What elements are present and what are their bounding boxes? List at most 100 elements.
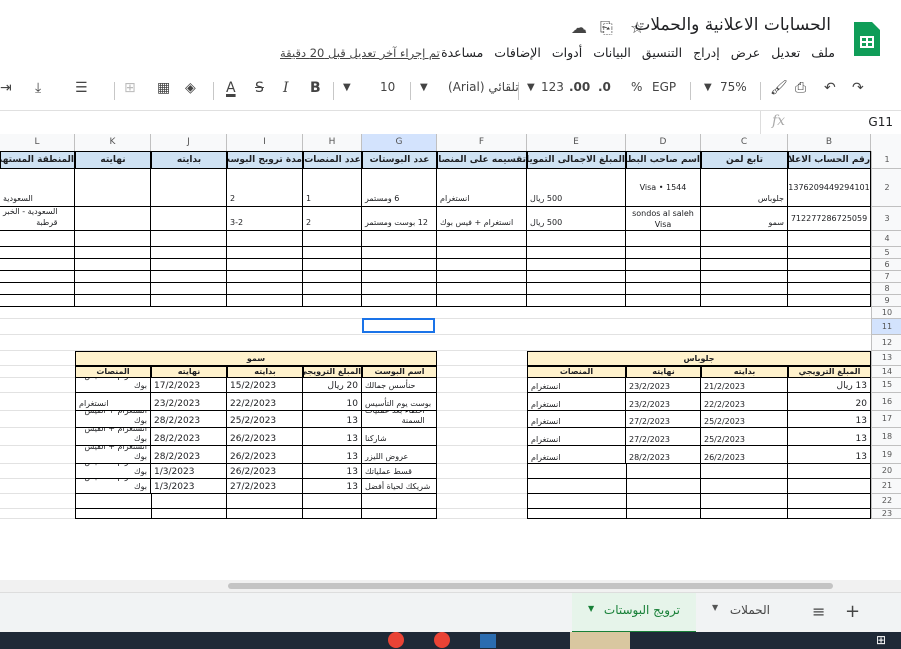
empty-cell[interactable]: [701, 259, 788, 270]
menu-view[interactable]: عرض: [731, 45, 760, 60]
column-header[interactable]: I: [227, 134, 303, 152]
empty-cell[interactable]: [626, 464, 701, 479]
empty-cell[interactable]: [0, 271, 75, 282]
table-cell[interactable]: 500 ريال: [527, 169, 626, 207]
somo-cell[interactable]: 28/2/2023: [151, 446, 227, 464]
row-header[interactable]: 11: [871, 319, 901, 335]
somo-cell[interactable]: 23/2/2023: [151, 393, 227, 411]
table-header-cell[interactable]: رقم الحساب الاعلاني: [788, 151, 871, 169]
table-cell[interactable]: 2: [227, 169, 303, 207]
empty-cell[interactable]: [626, 295, 701, 306]
column-header[interactable]: K: [75, 134, 151, 152]
somo-cell[interactable]: حنأسس جمالك: [362, 378, 437, 393]
empty-cell[interactable]: [527, 464, 627, 479]
empty-cell[interactable]: [626, 509, 701, 519]
somo-cell[interactable]: 15/2/2023: [227, 378, 303, 393]
empty-cell[interactable]: [303, 231, 362, 246]
menu-file[interactable]: ملف: [811, 45, 835, 60]
row-header[interactable]: 21: [871, 479, 901, 494]
menu-format[interactable]: التنسيق: [642, 45, 682, 60]
all-sheets-icon[interactable]: ≡: [812, 602, 825, 621]
empty-cell[interactable]: [626, 479, 701, 494]
somo-cell[interactable]: 10: [303, 393, 362, 411]
table-header-cell[interactable]: المنطقة المستهدفة: [0, 151, 75, 169]
cloud-status-icon[interactable]: ☁: [571, 18, 587, 37]
somo-cell[interactable]: 22/2/2023: [227, 393, 303, 411]
somo-cell[interactable]: قسط عملياتك: [362, 464, 437, 479]
tab-post-promotion[interactable]: ▼ ترويج البوستات: [572, 593, 696, 633]
empty-cell[interactable]: [75, 231, 151, 246]
table-cell[interactable]: انستغرام + فيس بوك: [437, 207, 527, 231]
empty-cell[interactable]: [626, 271, 701, 282]
table-cell[interactable]: السعودية: [0, 169, 75, 207]
table-header-cell[interactable]: تابع لمن: [701, 151, 788, 169]
somo-cell[interactable]: انستغرام + الفيس بوك: [75, 479, 151, 494]
star-icon[interactable]: ☆: [630, 18, 644, 37]
empty-cell[interactable]: [303, 494, 362, 509]
glopas-cell[interactable]: 13: [788, 411, 871, 428]
row-header[interactable]: 6: [871, 259, 901, 271]
empty-cell[interactable]: [151, 259, 227, 270]
menu-tools[interactable]: أدوات: [552, 45, 582, 60]
empty-cell[interactable]: [788, 509, 871, 519]
empty-cell[interactable]: [701, 231, 788, 246]
merge-cells-icon[interactable]: ⊞: [124, 80, 136, 96]
table-cell[interactable]: [75, 169, 151, 207]
empty-cell[interactable]: [303, 247, 362, 258]
table-header-cell[interactable]: نهايته: [75, 151, 151, 169]
row-header[interactable]: 19: [871, 446, 901, 464]
menu-data[interactable]: البيانات: [593, 45, 631, 60]
row-header[interactable]: 8: [871, 283, 901, 295]
glopas-cell[interactable]: 25/2/2023: [701, 411, 788, 428]
empty-cell[interactable]: [701, 271, 788, 282]
row-header[interactable]: 7: [871, 271, 901, 283]
row-header[interactable]: 13: [871, 351, 901, 366]
row-header[interactable]: 18: [871, 428, 901, 446]
empty-cell[interactable]: [362, 271, 437, 282]
glopas-cell[interactable]: انستغرام: [527, 393, 626, 411]
empty-cell[interactable]: [303, 295, 362, 306]
empty-cell[interactable]: [437, 247, 527, 258]
vertical-align-icon[interactable]: ⤓: [35, 80, 41, 96]
empty-cell[interactable]: [362, 295, 437, 306]
column-header[interactable]: F: [437, 134, 527, 152]
empty-cell[interactable]: [75, 494, 152, 509]
table-cell[interactable]: [151, 207, 227, 231]
chevron-down-icon[interactable]: ▼: [527, 82, 535, 93]
glopas-cell[interactable]: 13 ريال: [788, 378, 871, 393]
empty-cell[interactable]: [0, 259, 75, 270]
row-header[interactable]: 5: [871, 247, 901, 259]
empty-cell[interactable]: [0, 283, 75, 294]
empty-cell[interactable]: [626, 247, 701, 258]
column-header[interactable]: G: [362, 134, 437, 152]
empty-cell[interactable]: [227, 283, 303, 294]
text-wrap-icon[interactable]: ⇥: [0, 80, 12, 96]
decrease-decimal[interactable]: .0: [598, 80, 611, 94]
glopas-cell[interactable]: 25/2/2023: [701, 428, 788, 446]
glopas-cell[interactable]: 27/2/2023: [626, 428, 701, 446]
somo-cell[interactable]: 26/2/2023: [227, 428, 303, 446]
glopas-cell[interactable]: 13: [788, 428, 871, 446]
empty-cell[interactable]: [151, 231, 227, 246]
table-header-cell[interactable]: عدد المنصات: [303, 151, 362, 169]
empty-cell[interactable]: [788, 479, 871, 494]
empty-cell[interactable]: [701, 509, 788, 519]
empty-cell[interactable]: [788, 231, 871, 246]
table-cell[interactable]: 500 ريال: [527, 207, 626, 231]
table-cell[interactable]: سمو: [701, 207, 788, 231]
empty-cell[interactable]: [75, 259, 151, 270]
strikethrough-icon[interactable]: S: [255, 80, 264, 96]
empty-cell[interactable]: [362, 247, 437, 258]
empty-cell[interactable]: [227, 259, 303, 270]
empty-cell[interactable]: [227, 271, 303, 282]
empty-cell[interactable]: [227, 509, 303, 519]
glopas-cell[interactable]: 28/2/2023: [626, 446, 701, 464]
glopas-cell[interactable]: انستغرام: [527, 378, 626, 393]
empty-cell[interactable]: [437, 283, 527, 294]
number-format[interactable]: 123: [541, 80, 564, 94]
empty-cell[interactable]: [151, 295, 227, 306]
empty-cell[interactable]: [527, 494, 627, 509]
add-sheet-icon[interactable]: +: [845, 601, 860, 622]
somo-cell[interactable]: انستغرام + الفيس بوك: [75, 464, 151, 479]
somo-cell[interactable]: 28/2/2023: [151, 411, 227, 428]
